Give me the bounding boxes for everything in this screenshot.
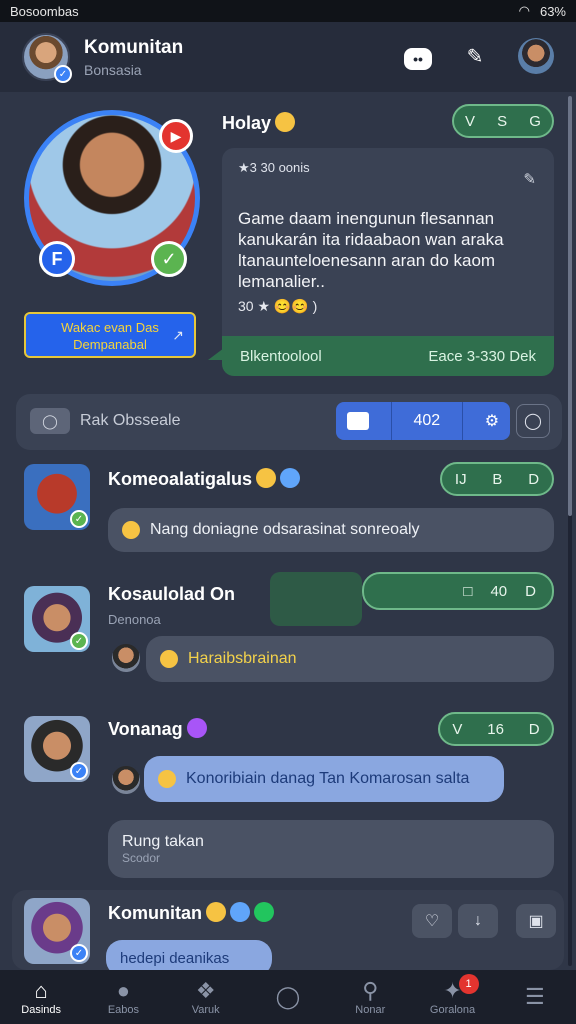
profile-actions-pill[interactable]: VSG — [452, 104, 554, 138]
promo-button[interactable]: Wakac evan Das Dempanabal ↗ — [24, 312, 196, 358]
arrow-icon: ↗ — [172, 327, 184, 343]
nav-explore[interactable]: ✦ Goralona 1 — [413, 974, 493, 1016]
reply-input-hint: Scodor — [122, 851, 161, 865]
search-bar: ◯ Rak Obsseale 402 ⚙ ◯ — [16, 394, 562, 450]
emoji-icon — [158, 770, 176, 788]
play-icon[interactable]: ▶ — [159, 119, 193, 153]
profile-card: ★3 30 oonis ✎ Game daam inengunun flesan… — [208, 148, 554, 376]
bottom-navigation: ⌂ Dasinds ● Eabos ❖ Varuk ◯ ⚲ Nonar ✦ Goralon… — [0, 970, 576, 1024]
emoji-icon — [256, 468, 277, 488]
emoji-icon — [186, 718, 207, 738]
user-avatar[interactable] — [518, 38, 554, 74]
home-icon: ⌂ — [34, 978, 48, 1003]
search-input[interactable]: Rak Obsseale — [80, 412, 181, 430]
post-avatar[interactable]: ✓ — [24, 898, 90, 964]
nav-search[interactable]: ⚲ Nonar — [330, 978, 410, 1016]
notification-badge: 1 — [458, 974, 479, 994]
emoji-icon — [230, 902, 250, 922]
edit-icon[interactable]: ✎ — [523, 170, 536, 188]
profile-name: Holay — [222, 112, 296, 134]
emoji-icon — [160, 650, 178, 668]
people-icon: ● — [116, 978, 131, 1003]
verified-icon: ✓ — [54, 65, 72, 83]
post-actions-pill[interactable]: □ 40 D — [362, 572, 554, 610]
scrollbar[interactable] — [568, 96, 572, 966]
circle-icon: ◯ — [275, 984, 301, 1009]
post-message: Nang doniagne odsarasinat sonreoaly — [108, 508, 554, 552]
post-message: Konoribiain danag Tan Komarosan salta — [144, 756, 504, 802]
emoji-icon — [206, 902, 226, 922]
user-avatar[interactable] — [110, 764, 142, 796]
settings-icon[interactable]: ⚙ — [485, 411, 499, 431]
post-avatar[interactable]: ✓ — [24, 716, 90, 782]
post-author: Vonanag — [108, 718, 207, 740]
nav-group[interactable]: ❖ Varuk — [166, 978, 246, 1016]
app-header: ✓ Komunitan Bonsasia •• ✎ — [0, 22, 576, 92]
post-actions-pill[interactable]: V 16 D — [438, 712, 554, 746]
card-footer-left: Blkentoolool — [240, 347, 322, 365]
toggle-icon[interactable]: ◯ — [30, 408, 70, 434]
card-meta: ★3 30 oonis — [238, 160, 310, 175]
card-body: Game daam inengunun flesannan kanukarán … — [238, 209, 504, 291]
nav-menu[interactable]: ☰ — [495, 984, 575, 1010]
like-icon[interactable]: ♡ — [412, 904, 452, 938]
check-icon: ✓ — [70, 632, 88, 650]
post-author: Komunitan — [108, 902, 274, 924]
nav-people[interactable]: ● Eabos — [83, 978, 163, 1016]
search-icon: ⚲ — [362, 978, 379, 1003]
emoji-icon — [275, 112, 296, 132]
emoji-icon — [122, 521, 140, 539]
check-icon: ✓ — [70, 944, 88, 962]
facebook-icon[interactable]: F — [39, 241, 75, 277]
post-avatar[interactable]: ✓ — [24, 586, 90, 652]
card-footer-right: Eace 3-330 Dek — [428, 347, 536, 365]
nav-circle[interactable]: ◯ — [248, 984, 328, 1010]
post-message: Haraibsbrainan — [146, 636, 554, 682]
post-actions-pill[interactable]: IJ B D — [440, 462, 554, 496]
group-icon: ❖ — [195, 978, 216, 1003]
box-icon[interactable] — [346, 412, 369, 430]
reply-input[interactable]: Rung takan Scodor — [108, 820, 554, 878]
post-author: Komeoalatigalus — [108, 468, 301, 490]
segment-control[interactable]: 402 ⚙ — [336, 402, 510, 440]
save-icon[interactable]: ▣ — [516, 904, 556, 938]
card-footer[interactable]: Blkentoolool Eace 3-330 Dek — [222, 336, 554, 376]
bubble-tail — [208, 348, 224, 360]
notification-icon[interactable]: ✎ — [458, 39, 492, 73]
emoji-icon — [280, 468, 301, 488]
profile-large-avatar[interactable]: ▶ F ✓ — [24, 110, 200, 286]
card-stats: 30 ★ 😊😊 ) — [238, 298, 318, 314]
status-right: ◠ 63% — [519, 3, 566, 19]
wifi-icon: ◠ — [518, 3, 530, 18]
post-avatar[interactable]: ✓ — [24, 464, 90, 530]
post-subtitle: Denonoa — [108, 612, 161, 627]
media-thumbnail[interactable] — [270, 572, 362, 626]
check-icon: ✓ — [70, 510, 88, 528]
count-value: 402 — [413, 412, 441, 429]
status-left-text: Bosoombas — [10, 3, 79, 19]
download-icon[interactable]: ↓ — [458, 904, 498, 938]
emoji-icon — [254, 902, 274, 922]
circle-icon[interactable]: ◯ — [516, 404, 550, 438]
chat-icon[interactable]: •• — [404, 48, 432, 70]
page-subtitle: Bonsasia — [84, 61, 142, 78]
page-title: Komunitan — [84, 36, 184, 58]
nav-home[interactable]: ⌂ Dasinds — [1, 978, 81, 1016]
post-author: Kosaulolad On — [108, 584, 236, 604]
status-bar: Bosoombas ◠ 63% — [0, 0, 576, 22]
profile-avatar[interactable]: ✓ — [22, 33, 72, 83]
battery-text: 63% — [539, 3, 566, 19]
menu-icon: ☰ — [524, 984, 545, 1009]
user-avatar[interactable] — [110, 642, 142, 674]
reply-input-value: Rung takan — [122, 833, 204, 850]
check-icon: ✓ — [70, 762, 88, 780]
check-icon[interactable]: ✓ — [151, 241, 187, 277]
